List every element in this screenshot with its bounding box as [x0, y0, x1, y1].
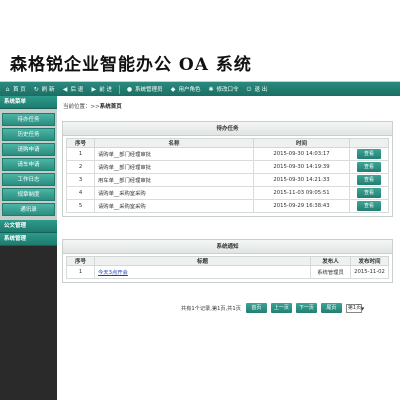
sidebar: 系统菜单 待办任务 历史任务 请购申请 请车申请 工作日志 规章制度 通讯录 公… — [0, 96, 57, 400]
home-icon: ⌂ — [5, 85, 10, 93]
main-content: 当前位置：>>系统首页 待办任务 序号 名称 时间 1 请购单__部门经理审批 … — [57, 96, 400, 400]
table-row: 1 今天3点开会 系统管理员 2015-11-02 — [66, 265, 389, 279]
header: 森格锐企业智能办公 OA 系统 — [0, 0, 400, 82]
row-action-cell: 查看 — [349, 147, 389, 161]
toolbar-home-button[interactable]: ⌂ 首 页 — [4, 85, 26, 94]
refresh-icon: ↻ — [33, 85, 39, 93]
notices-panel-title: 系统通知 — [63, 240, 392, 254]
col-header-action — [349, 138, 389, 148]
row-no: 1 — [66, 265, 95, 279]
user-icon: ● — [126, 85, 133, 93]
row-no: 5 — [66, 199, 95, 213]
table-row: 2 请购单__部门经理审批 2015-09-30 14:19:39 查看 — [66, 160, 389, 174]
app-title: 森格锐企业智能办公 OA 系统 — [10, 55, 252, 75]
sidebar-item-regulations[interactable]: 规章制度 — [2, 188, 55, 201]
toolbar-refresh-button[interactable]: ↻ 刷 新 — [33, 85, 55, 94]
row-no: 4 — [66, 186, 95, 200]
sidebar-group-document-mgmt[interactable]: 公文管理 — [0, 220, 57, 233]
table-row: 3 用车单__部门经理审批 2015-09-30 14:21:33 查看 — [66, 173, 389, 187]
forward-icon: ▶ — [91, 85, 97, 93]
notices-table-header: 序号 标题 发布人 发布时间 — [66, 256, 389, 266]
sidebar-item-vehicle-request[interactable]: 请车申请 — [2, 158, 55, 171]
sidebar-item-work-log[interactable]: 工作日志 — [2, 173, 55, 186]
tasks-table-header: 序号 名称 时间 — [66, 138, 389, 148]
row-title-cell: 今天3点开会 — [94, 265, 311, 279]
row-action-cell: 查看 — [349, 173, 389, 187]
table-row: 4 请购单__采购室采购 2015-11-03 09:05:51 查看 — [66, 186, 389, 200]
row-publisher: 系统管理员 — [310, 265, 351, 279]
chevron-down-icon: ▼ — [361, 305, 365, 311]
sidebar-menu-list: 待办任务 历史任务 请购申请 请车申请 工作日志 规章制度 通讯录 — [0, 109, 57, 220]
sidebar-item-purchase-request[interactable]: 请购申请 — [2, 143, 55, 156]
view-button[interactable]: 查看 — [357, 201, 381, 211]
row-name: 请购单__部门经理审批 — [94, 160, 254, 174]
sidebar-item-pending-tasks[interactable]: 待办任务 — [2, 113, 55, 126]
row-no: 3 — [66, 173, 95, 187]
col-header-publisher: 发布人 — [310, 256, 351, 266]
row-time: 2015-09-30 14:21:33 — [253, 173, 350, 187]
toolbar-password-button[interactable]: ✱ 修改口令 — [208, 85, 239, 94]
page-select[interactable]: 第1页 ▼ — [345, 303, 365, 313]
prev-page-button[interactable]: 上一页 — [270, 303, 292, 313]
row-time: 2015-11-03 09:05:51 — [253, 186, 350, 200]
sidebar-group-system-mgmt[interactable]: 系统管理 — [0, 233, 57, 246]
role-icon: ◆ — [170, 85, 176, 93]
row-no: 2 — [66, 160, 95, 174]
table-row: 5 请购单__采购室采购 2015-09-29 16:38:43 查看 — [66, 199, 389, 213]
row-name: 请购单__采购室采购 — [94, 186, 254, 200]
col-header-date: 发布时间 — [350, 256, 389, 266]
sidebar-item-contacts[interactable]: 通讯录 — [2, 203, 55, 216]
col-header-title: 标题 — [94, 256, 311, 266]
col-header-time: 时间 — [253, 138, 350, 148]
tasks-panel: 待办任务 序号 名称 时间 1 请购单__部门经理审批 2015-09-30 1… — [62, 121, 393, 217]
row-action-cell: 查看 — [349, 199, 389, 213]
notices-table: 序号 标题 发布人 发布时间 1 今天3点开会 系统管理员 2015-11-02 — [66, 256, 389, 279]
table-row: 1 请购单__部门经理审批 2015-09-30 14:03:17 查看 — [66, 147, 389, 161]
row-time: 2015-09-30 14:03:17 — [253, 147, 350, 161]
col-header-no: 序号 — [66, 138, 95, 148]
breadcrumb: 当前位置：>>系统首页 — [63, 104, 122, 110]
gear-icon: ✱ — [208, 85, 214, 93]
breadcrumb-current: 系统首页 — [99, 104, 122, 110]
view-button[interactable]: 查看 — [357, 162, 381, 172]
col-header-name: 名称 — [94, 138, 254, 148]
tasks-table: 序号 名称 时间 1 请购单__部门经理审批 2015-09-30 14:03:… — [66, 138, 389, 213]
view-button[interactable]: 查看 — [357, 149, 381, 159]
toolbar-role-button[interactable]: ◆ 用户角色 — [170, 85, 201, 94]
toolbar-user-button[interactable]: ● 系统管理员 — [126, 85, 163, 94]
pager-summary: 共有1个记录,第1页,共1页 — [181, 305, 241, 312]
last-page-button[interactable]: 尾页 — [320, 303, 342, 313]
next-page-button[interactable]: 下一页 — [295, 303, 317, 313]
toolbar-divider — [119, 84, 120, 94]
row-name: 请购单__采购室采购 — [94, 199, 254, 213]
row-name: 请购单__部门经理审批 — [94, 147, 254, 161]
notice-title-link[interactable]: 今天3点开会 — [98, 270, 128, 276]
row-action-cell: 查看 — [349, 160, 389, 174]
col-header-no: 序号 — [66, 256, 95, 266]
row-date: 2015-11-02 — [350, 265, 389, 279]
toolbar-forward-button[interactable]: ▶ 前 进 — [90, 85, 112, 94]
first-page-button[interactable]: 首页 — [245, 303, 267, 313]
sidebar-item-history-tasks[interactable]: 历史任务 — [2, 128, 55, 141]
row-action-cell: 查看 — [349, 186, 389, 200]
row-no: 1 — [66, 147, 95, 161]
row-name: 用车单__部门经理审批 — [94, 173, 254, 187]
toolbar-logout-button[interactable]: ⏻ 退 出 — [246, 85, 268, 94]
pager: 共有1个记录,第1页,共1页 首页 上一页 下一页 尾页 第1页 ▼ — [181, 303, 365, 313]
view-button[interactable]: 查看 — [357, 175, 381, 185]
row-time: 2015-09-30 14:19:39 — [253, 160, 350, 174]
toolbar: ⌂ 首 页 ↻ 刷 新 ◀ 后 退 ▶ 前 进 ● 系统管理员 ◆ 用户角色 ✱ 修改口令 ⏻… — [0, 82, 400, 96]
back-icon: ◀ — [62, 85, 68, 93]
toolbar-back-button[interactable]: ◀ 后 退 — [62, 85, 84, 94]
notices-panel: 系统通知 序号 标题 发布人 发布时间 1 今天3点开会 系统管理员 2015-… — [62, 239, 393, 283]
view-button[interactable]: 查看 — [357, 188, 381, 198]
tasks-panel-title: 待办任务 — [63, 122, 392, 136]
logout-icon: ⏻ — [246, 85, 252, 93]
row-time: 2015-09-29 16:38:43 — [253, 199, 350, 213]
sidebar-group-system-menu[interactable]: 系统菜单 — [0, 96, 57, 109]
